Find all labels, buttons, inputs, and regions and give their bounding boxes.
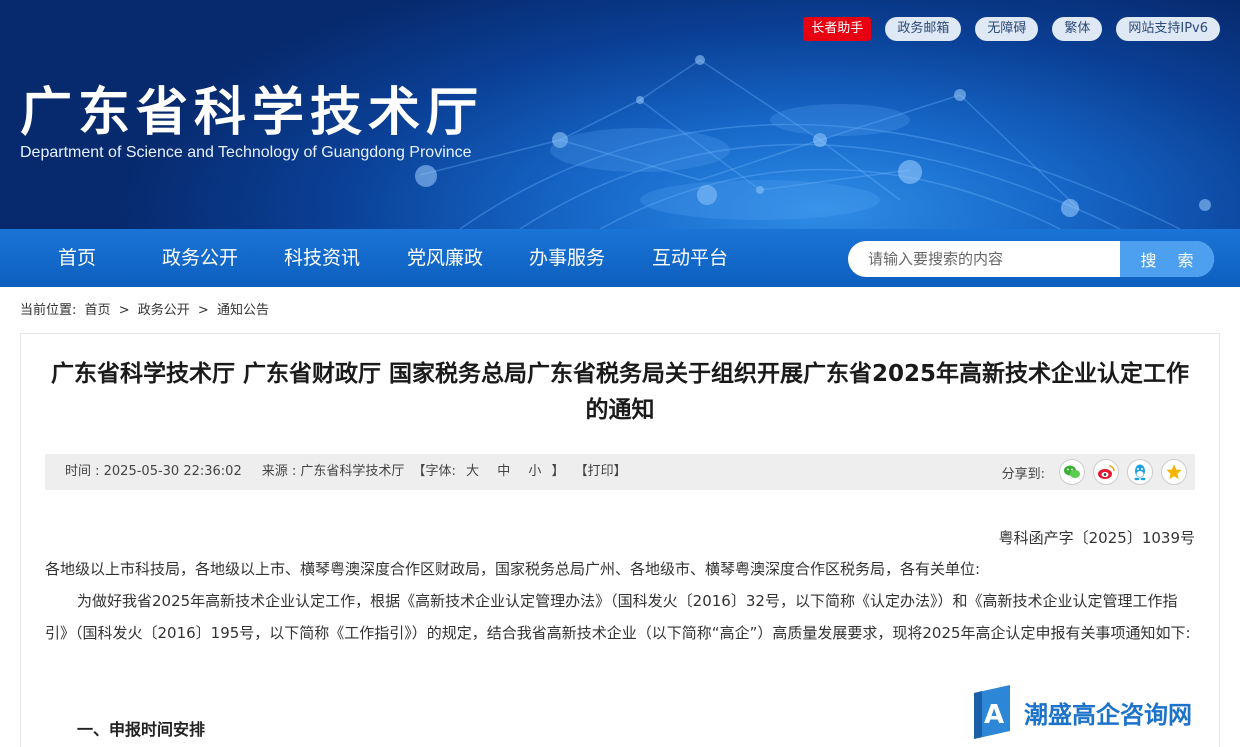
watermark-a-icon: A xyxy=(974,685,1010,739)
nav-item-party-integrity[interactable]: 党风廉政 xyxy=(407,229,483,287)
qzone-star-icon[interactable] xyxy=(1161,459,1187,485)
breadcrumb-item-notices[interactable]: 通知公告 xyxy=(217,303,269,318)
font-size-label: 【字体: xyxy=(412,464,456,479)
breadcrumb: 当前位置: 首页 > 政务公开 > 通知公告 xyxy=(20,299,273,318)
nav-item-tech-news[interactable]: 科技资讯 xyxy=(284,229,360,287)
top-links: 长者助手 政务邮箱 无障碍 繁体 网站支持IPv6 xyxy=(803,17,1220,41)
search-input[interactable] xyxy=(848,241,1120,277)
font-size-small[interactable]: 小 xyxy=(528,464,541,479)
header-banner: 广东省科学技术厅 Department of Science and Techn… xyxy=(0,0,1240,229)
article-source: 来源 : 广东省科学技术厅 xyxy=(261,464,405,479)
breadcrumb-separator: > xyxy=(197,303,209,318)
site-subtitle: Department of Science and Technology of … xyxy=(20,144,472,161)
font-size-large[interactable]: 大 xyxy=(466,464,479,479)
elder-assistant-link[interactable]: 长者助手 xyxy=(803,17,872,41)
traditional-chinese-link[interactable]: 繁体 xyxy=(1052,17,1103,41)
breadcrumb-item-home[interactable]: 首页 xyxy=(85,303,111,318)
publish-time: 时间 : 2025-05-30 22:36:02 xyxy=(65,464,242,479)
nav-item-services[interactable]: 办事服务 xyxy=(529,229,605,287)
body-paragraph: 为做好我省2025年高新技术企业认定工作，根据《高新技术企业认定管理办法》（国科… xyxy=(45,592,1191,642)
font-size-close: 】 xyxy=(551,464,565,479)
recipients-paragraph: 各地级以上市科技局，各地级以上市、横琴粤澳深度合作区财政局，国家税务总局广州、各… xyxy=(45,560,981,578)
breadcrumb-prefix: 当前位置: xyxy=(20,303,77,318)
nav-item-home[interactable]: 首页 xyxy=(58,229,96,287)
gov-mail-link[interactable]: 政务邮箱 xyxy=(885,17,962,41)
svg-text:A: A xyxy=(984,700,1004,730)
qq-icon[interactable] xyxy=(1127,459,1153,485)
accessibility-link[interactable]: 无障碍 xyxy=(975,17,1039,41)
print-link[interactable]: 【打印】 xyxy=(575,464,627,479)
nav-item-interaction[interactable]: 互动平台 xyxy=(652,229,728,287)
site-title: 广东省科学技术厅 xyxy=(20,83,485,143)
font-size-medium[interactable]: 中 xyxy=(497,464,510,479)
share-label: 分享到: xyxy=(1001,466,1045,482)
ipv6-badge: 网站支持IPv6 xyxy=(1116,17,1220,41)
article-title: 广东省科学技术厅 广东省财政厅 国家税务总局广东省税务局关于组织开展广东省202… xyxy=(50,361,1190,423)
article-meta-bar: 时间 : 2025-05-30 22:36:02 来源 : 广东省科学技术厅 【字… xyxy=(45,454,1195,490)
breadcrumb-separator: > xyxy=(118,303,130,318)
section-heading: 一、申报时间安排 xyxy=(77,720,206,739)
search-button[interactable]: 搜 索 xyxy=(1120,241,1214,277)
search-box: 搜 索 xyxy=(848,241,1214,277)
watermark-logo: A 潮盛高企咨询网 xyxy=(970,683,1192,741)
wechat-icon[interactable] xyxy=(1059,459,1085,485)
nav-item-gov-affairs[interactable]: 政务公开 xyxy=(162,229,238,287)
watermark-text: 潮盛高企咨询网 xyxy=(1024,699,1192,729)
document-number: 粤科函产字〔2025〕1039号 xyxy=(998,529,1195,547)
breadcrumb-item-gov-affairs[interactable]: 政务公开 xyxy=(138,303,190,318)
weibo-icon[interactable] xyxy=(1093,459,1119,485)
